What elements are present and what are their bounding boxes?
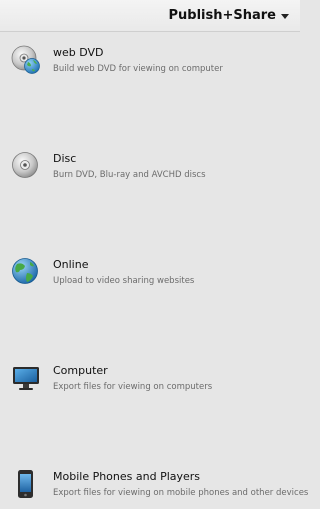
option-disc-label: Disc — [53, 152, 77, 165]
publish-options-list: web DVD Build web DVD for viewing on com… — [0, 32, 308, 498]
option-online-description: Upload to video sharing websites — [53, 276, 195, 286]
option-online[interactable]: Online Upload to video sharing websites — [0, 244, 300, 297]
option-computer[interactable]: Computer Export files for viewing on com… — [0, 350, 300, 403]
option-online-label: Online — [53, 258, 89, 271]
disc-globe-icon — [11, 45, 41, 75]
globe-icon — [11, 257, 41, 287]
publish-share-title: Publish+Share — [168, 8, 276, 23]
monitor-icon — [11, 363, 41, 393]
option-web-dvd[interactable]: web DVD Build web DVD for viewing on com… — [0, 32, 300, 85]
option-disc[interactable]: Disc Burn DVD, Blu-ray and AVCHD discs — [0, 138, 300, 191]
mobile-phone-icon — [11, 469, 41, 499]
option-computer-description: Export files for viewing on computers — [53, 382, 213, 392]
disc-icon — [11, 151, 41, 181]
option-web-dvd-label: web DVD — [53, 46, 104, 59]
option-web-dvd-description: Build web DVD for viewing on computer — [53, 64, 223, 74]
chevron-down-icon — [281, 13, 289, 19]
option-disc-description: Burn DVD, Blu-ray and AVCHD discs — [53, 170, 206, 180]
publish-share-menu-button[interactable]: Publish+Share — [168, 8, 289, 23]
option-mobile-phones-and-players-description: Export files for viewing on mobile phone… — [53, 488, 309, 498]
option-mobile-phones-and-players-label: Mobile Phones and Players — [53, 470, 201, 483]
panel-header: Publish+Share — [0, 0, 300, 32]
option-mobile-phones-and-players[interactable]: Mobile Phones and Players Export files f… — [0, 456, 308, 509]
option-computer-label: Computer — [53, 364, 108, 377]
